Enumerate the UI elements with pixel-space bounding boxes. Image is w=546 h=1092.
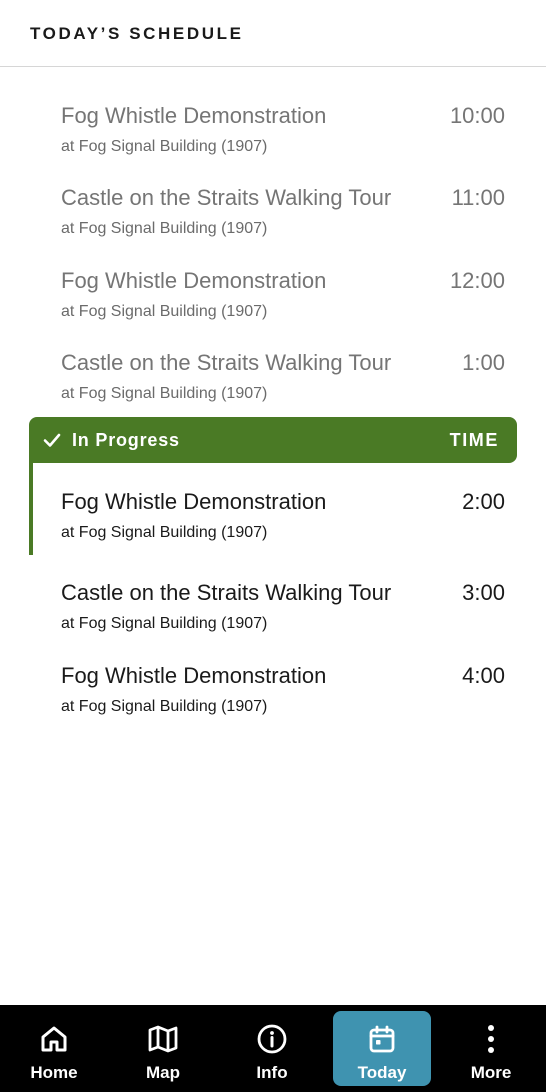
tab-info[interactable]: Info — [223, 1011, 321, 1086]
event-title: Fog Whistle Demonstration — [61, 663, 327, 688]
tab-today[interactable]: Today — [333, 1011, 431, 1086]
event-time: 10:00 — [449, 103, 505, 128]
in-progress-indicator — [29, 460, 33, 555]
event-time: 3:00 — [462, 580, 505, 605]
event-title: Castle on the Straits Walking Tour — [61, 580, 392, 605]
tab-label: Home — [30, 1063, 78, 1082]
checkmark-icon — [43, 433, 61, 447]
page-header: TODAY’S SCHEDULE — [0, 0, 546, 67]
tab-map[interactable]: Map — [114, 1011, 212, 1086]
tab-label: Map — [146, 1063, 180, 1082]
in-progress-label: In Progress — [72, 430, 180, 450]
home-icon — [41, 1026, 67, 1052]
event-location: at Fog Signal Building (1907) — [61, 524, 268, 541]
bottom-tab-bar: Home Map Info Today More — [0, 1005, 546, 1092]
tab-more[interactable]: More — [442, 1011, 540, 1086]
event-location: at Fog Signal Building (1907) — [61, 138, 268, 155]
time-column-header: TIME — [449, 430, 499, 450]
event-location: at Fog Signal Building (1907) — [61, 303, 268, 320]
event-time: 11:00 — [451, 185, 505, 210]
event-location: at Fog Signal Building (1907) — [61, 220, 268, 237]
event-location: at Fog Signal Building (1907) — [61, 615, 268, 632]
tab-label: Today — [357, 1063, 407, 1082]
tab-home[interactable]: Home — [5, 1011, 103, 1086]
event-location: at Fog Signal Building (1907) — [61, 698, 268, 715]
event-time: 1:00 — [462, 350, 505, 375]
in-progress-header: In Progress TIME — [29, 417, 517, 463]
page-title: TODAY’S SCHEDULE — [30, 24, 244, 43]
event-time: 2:00 — [462, 489, 505, 514]
tab-label: Info — [256, 1063, 288, 1082]
map-icon — [148, 1025, 178, 1053]
info-icon — [257, 1024, 287, 1054]
more-vertical-icon — [488, 1025, 494, 1053]
calendar-icon — [369, 1025, 395, 1053]
event-location: at Fog Signal Building (1907) — [61, 385, 268, 402]
tab-label: More — [470, 1063, 512, 1082]
event-time: 12:00 — [449, 268, 505, 293]
event-title: Fog Whistle Demonstration — [61, 489, 327, 514]
event-title: Castle on the Straits Walking Tour — [61, 185, 392, 210]
event-title: Castle on the Straits Walking Tour — [61, 350, 392, 375]
event-title: Fog Whistle Demonstration — [61, 103, 327, 128]
event-time: 4:00 — [462, 663, 505, 688]
event-title: Fog Whistle Demonstration — [61, 268, 327, 293]
